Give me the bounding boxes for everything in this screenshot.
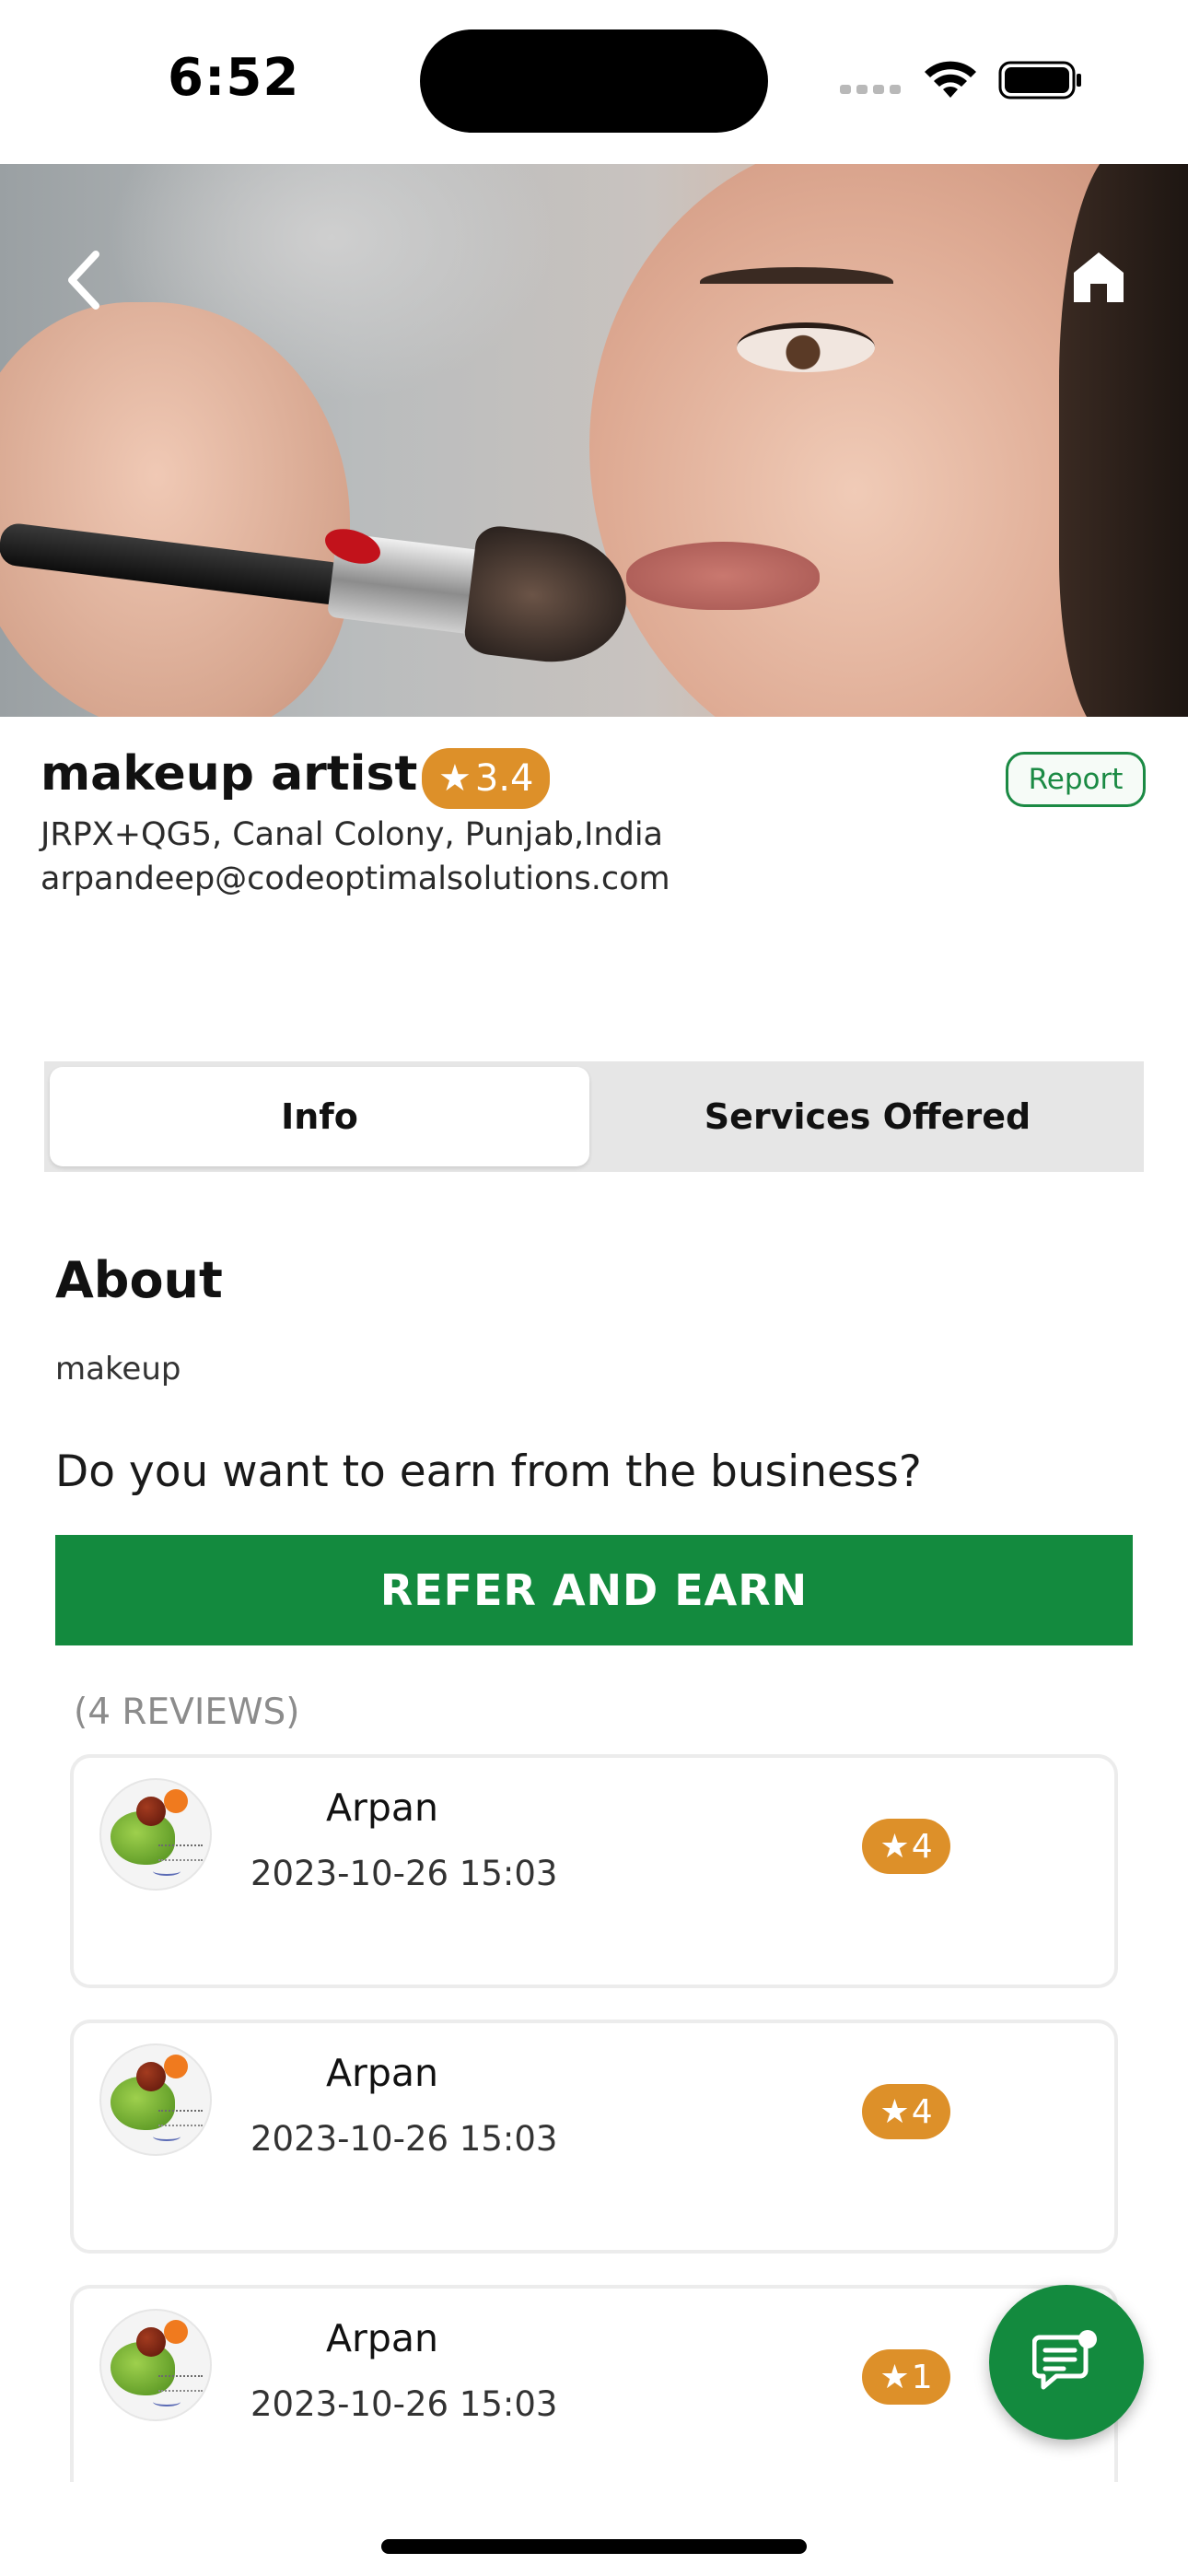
business-address: JRPX+QG5, Canal Colony, Punjab,India bbox=[41, 816, 664, 853]
reviews-count: (4 REVIEWS) bbox=[74, 1692, 300, 1733]
report-button[interactable]: Report bbox=[1006, 752, 1146, 807]
chat-button[interactable] bbox=[989, 2285, 1144, 2440]
reviewer-name: Arpan bbox=[326, 2051, 439, 2095]
reviewer-avatar bbox=[99, 2309, 212, 2421]
business-rating-badge: ★ 3.4 bbox=[422, 748, 551, 809]
home-button[interactable] bbox=[1070, 249, 1127, 306]
business-name: makeup artist bbox=[41, 746, 418, 802]
review-rating-value: 4 bbox=[911, 1827, 933, 1866]
review-rating-badge: ★ 4 bbox=[862, 1819, 950, 1874]
about-text: makeup bbox=[55, 1351, 181, 1388]
review-date: 2023-10-26 15:03 bbox=[250, 2384, 558, 2424]
review-card: Arpan 2023-10-26 15:03 ★ 4 bbox=[70, 1754, 1118, 1988]
star-icon: ★ bbox=[879, 2092, 910, 2131]
reviewer-avatar bbox=[99, 2043, 212, 2156]
dynamic-island bbox=[420, 29, 768, 133]
review-rating-value: 4 bbox=[911, 2092, 933, 2131]
wifi-icon bbox=[925, 61, 976, 98]
review-rating-value: 1 bbox=[911, 2358, 933, 2396]
star-icon: ★ bbox=[879, 2358, 910, 2396]
business-detail-screen: 6:52 makeup artist ★ 3.4 Report JRPX+QG5… bbox=[0, 0, 1188, 2576]
hero-image bbox=[0, 164, 1188, 717]
earn-question: Do you want to earn from the business? bbox=[55, 1446, 922, 1497]
business-email[interactable]: arpandeep@codeoptimalsolutions.com bbox=[41, 861, 670, 897]
cellular-signal-icon bbox=[840, 85, 901, 94]
reviewer-name: Arpan bbox=[326, 1786, 439, 1830]
business-rating-value: 3.4 bbox=[474, 757, 534, 800]
status-time: 6:52 bbox=[168, 48, 300, 108]
back-button[interactable] bbox=[57, 247, 116, 313]
reviewer-avatar bbox=[99, 1778, 212, 1891]
star-icon: ★ bbox=[879, 1827, 910, 1866]
home-indicator[interactable] bbox=[381, 2539, 807, 2554]
star-icon: ★ bbox=[438, 757, 472, 800]
about-heading: About bbox=[55, 1251, 223, 1309]
bottom-safe-area bbox=[0, 2482, 1188, 2576]
review-date: 2023-10-26 15:03 bbox=[250, 2119, 558, 2159]
status-bar: 6:52 bbox=[0, 0, 1188, 164]
review-card: Arpan 2023-10-26 15:03 ★ 4 bbox=[70, 2020, 1118, 2254]
reviewer-name: Arpan bbox=[326, 2316, 439, 2360]
tab-info[interactable]: Info bbox=[50, 1067, 589, 1166]
review-rating-badge: ★ 4 bbox=[862, 2084, 950, 2139]
tab-services-offered[interactable]: Services Offered bbox=[597, 1067, 1138, 1166]
review-rating-badge: ★ 1 bbox=[862, 2349, 950, 2405]
review-date: 2023-10-26 15:03 bbox=[250, 1854, 558, 1893]
segmented-tabs: Info Services Offered bbox=[44, 1061, 1144, 1172]
battery-icon bbox=[998, 61, 1081, 100]
chat-icon bbox=[1032, 2330, 1097, 2390]
refer-and-earn-button[interactable]: REFER AND EARN bbox=[55, 1535, 1133, 1645]
